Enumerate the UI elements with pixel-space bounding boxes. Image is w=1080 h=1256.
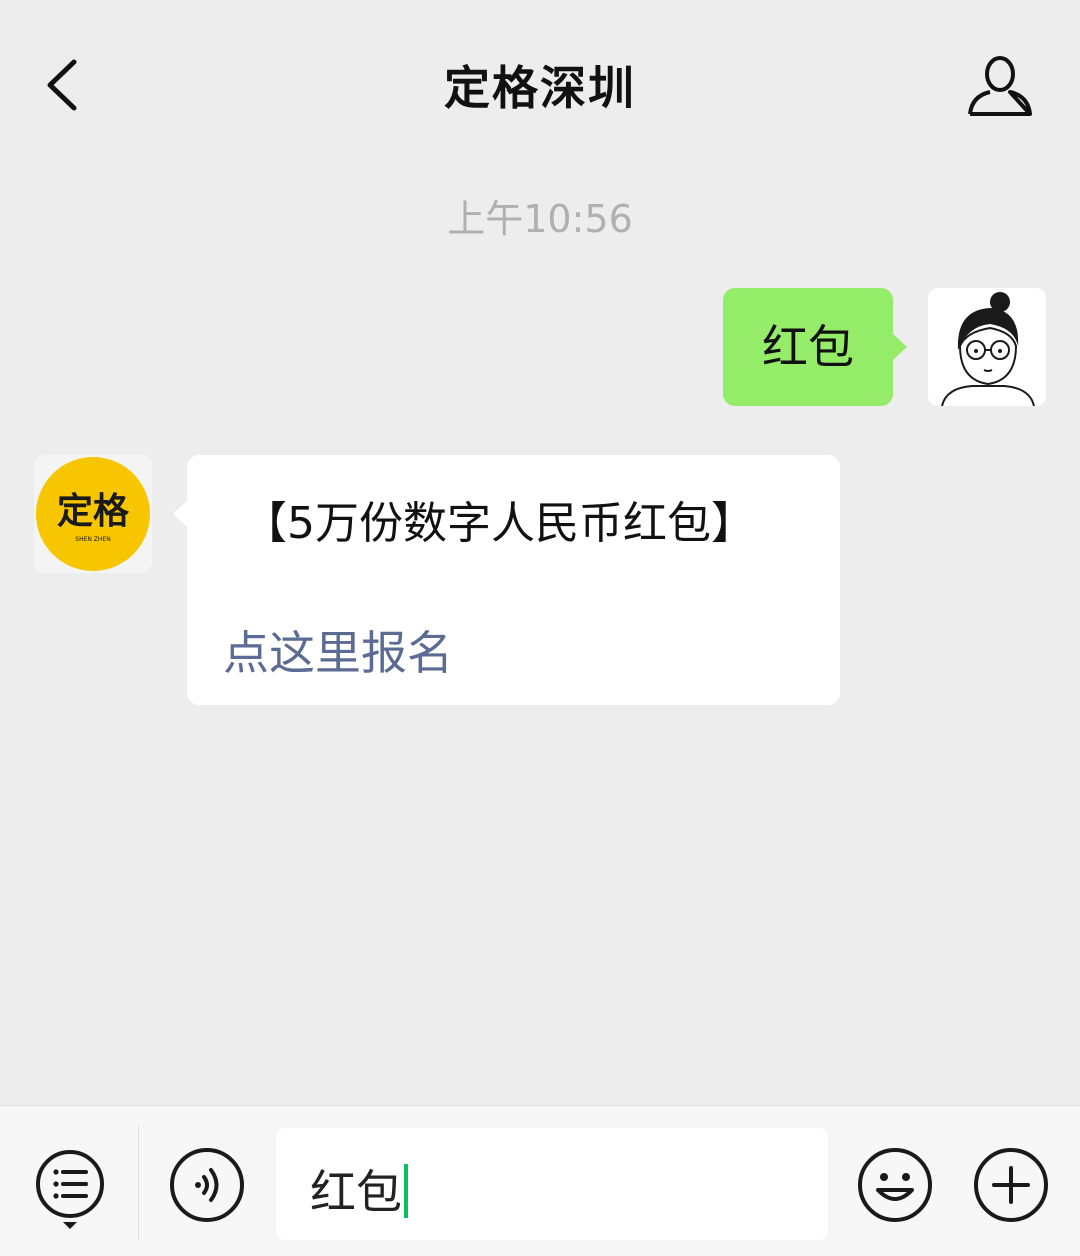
plus-icon xyxy=(974,1148,1048,1222)
my-message-text: 红包 xyxy=(762,320,854,374)
cartoon-portrait-icon xyxy=(928,288,1046,406)
text-caret xyxy=(404,1164,408,1218)
voice-button[interactable] xyxy=(168,1146,246,1224)
message-input[interactable]: 红包 xyxy=(276,1128,828,1240)
logo-subtext: SHEN ZHEN xyxy=(75,536,110,543)
logo-text: 定格 xyxy=(57,491,130,532)
signup-link[interactable]: 点这里报名 xyxy=(223,617,453,683)
account-message-text: 【5万份数字人民币红包】 xyxy=(243,498,755,549)
message-timestamp: 上午10:56 xyxy=(447,197,633,241)
person-icon xyxy=(968,56,1032,116)
my-message-bubble[interactable]: 红包 xyxy=(723,288,907,406)
chat-title: 定格深圳 xyxy=(444,61,636,115)
chat-info-button[interactable] xyxy=(964,52,1036,120)
emoji-icon xyxy=(858,1148,932,1222)
menu-button[interactable] xyxy=(34,1148,106,1232)
my-avatar[interactable] xyxy=(928,288,1046,406)
list-menu-icon xyxy=(36,1150,104,1229)
dingge-logo-icon: 定格 SHEN ZHEN xyxy=(36,457,150,571)
account-message-bubble: 【5万份数字人民币红包】 点这里报名 xyxy=(173,455,840,705)
bar-divider xyxy=(138,1126,139,1241)
input-bar: 红包 xyxy=(0,1105,1080,1256)
chat-header: 定格深圳 xyxy=(0,0,1080,170)
voice-icon xyxy=(170,1148,244,1222)
emoji-button[interactable] xyxy=(856,1146,934,1224)
message-input-value: 红包 xyxy=(310,1165,402,1219)
account-avatar[interactable]: 定格 SHEN ZHEN xyxy=(34,455,152,573)
more-button[interactable] xyxy=(972,1146,1050,1224)
